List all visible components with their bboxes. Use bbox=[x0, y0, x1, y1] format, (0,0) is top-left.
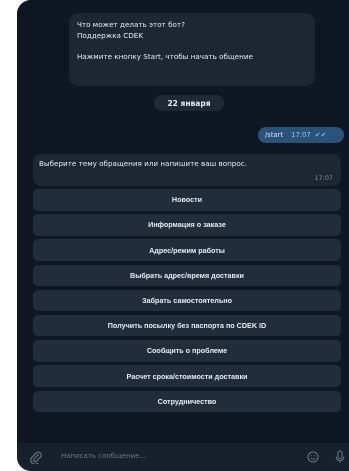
date-separator: 22 января bbox=[154, 95, 224, 111]
double-check-icon: ✔✔ bbox=[314, 131, 327, 139]
phone-screen: Что может делать этот бот? Поддержка CDE… bbox=[17, 0, 349, 471]
kb-button-cost-estimate[interactable]: Расчет срока/стоимости доставки bbox=[33, 365, 341, 387]
intro-subtitle: Поддержка CDEK bbox=[77, 31, 144, 40]
kb-button-cdek-id[interactable]: Получить посылку без паспорта по CDEK ID bbox=[33, 314, 341, 337]
inline-keyboard: Новости Информация о заказе Адрес/режим … bbox=[33, 189, 341, 416]
paperclip-icon[interactable] bbox=[29, 450, 43, 464]
kb-button-partnership[interactable]: Сотрудничество bbox=[33, 390, 341, 412]
bot-intro-card: Что может делать этот бот? Поддержка CDE… bbox=[69, 13, 315, 86]
message-input[interactable]: Написать сообщение... bbox=[61, 452, 146, 460]
intro-hint: Нажмите кнопку Start, чтобы начать общен… bbox=[77, 52, 253, 61]
incoming-message[interactable]: Выберите тему обращения или напишите ваш… bbox=[33, 154, 341, 186]
chat-area: Что может делать этот бот? Поддержка CDE… bbox=[17, 0, 349, 443]
intro-title: Что может делать этот бот? bbox=[77, 20, 185, 29]
kb-button-address-hours[interactable]: Адрес/режим работы bbox=[33, 239, 341, 261]
incoming-time: 17:07 bbox=[314, 174, 333, 182]
incoming-text: Выберите тему обращения или напишите ваш… bbox=[39, 159, 247, 168]
outgoing-message[interactable]: /start 17:07 ✔✔ bbox=[258, 127, 344, 143]
message-composer: Написать сообщение... bbox=[17, 443, 349, 471]
emoji-icon[interactable] bbox=[307, 451, 319, 463]
kb-button-news[interactable]: Новости bbox=[33, 189, 341, 211]
kb-button-order-info[interactable]: Информация о заказе bbox=[33, 214, 341, 236]
kb-button-delivery-slot[interactable]: Выбрать адрес/время доставки bbox=[33, 264, 341, 287]
kb-button-report-problem[interactable]: Сообщить о проблеме bbox=[33, 340, 341, 362]
microphone-icon[interactable] bbox=[335, 450, 345, 464]
kb-button-self-pickup[interactable]: Забрать самостоятельно bbox=[33, 289, 341, 312]
outgoing-text: /start bbox=[265, 131, 284, 139]
outgoing-time: 17:07 bbox=[291, 131, 311, 139]
